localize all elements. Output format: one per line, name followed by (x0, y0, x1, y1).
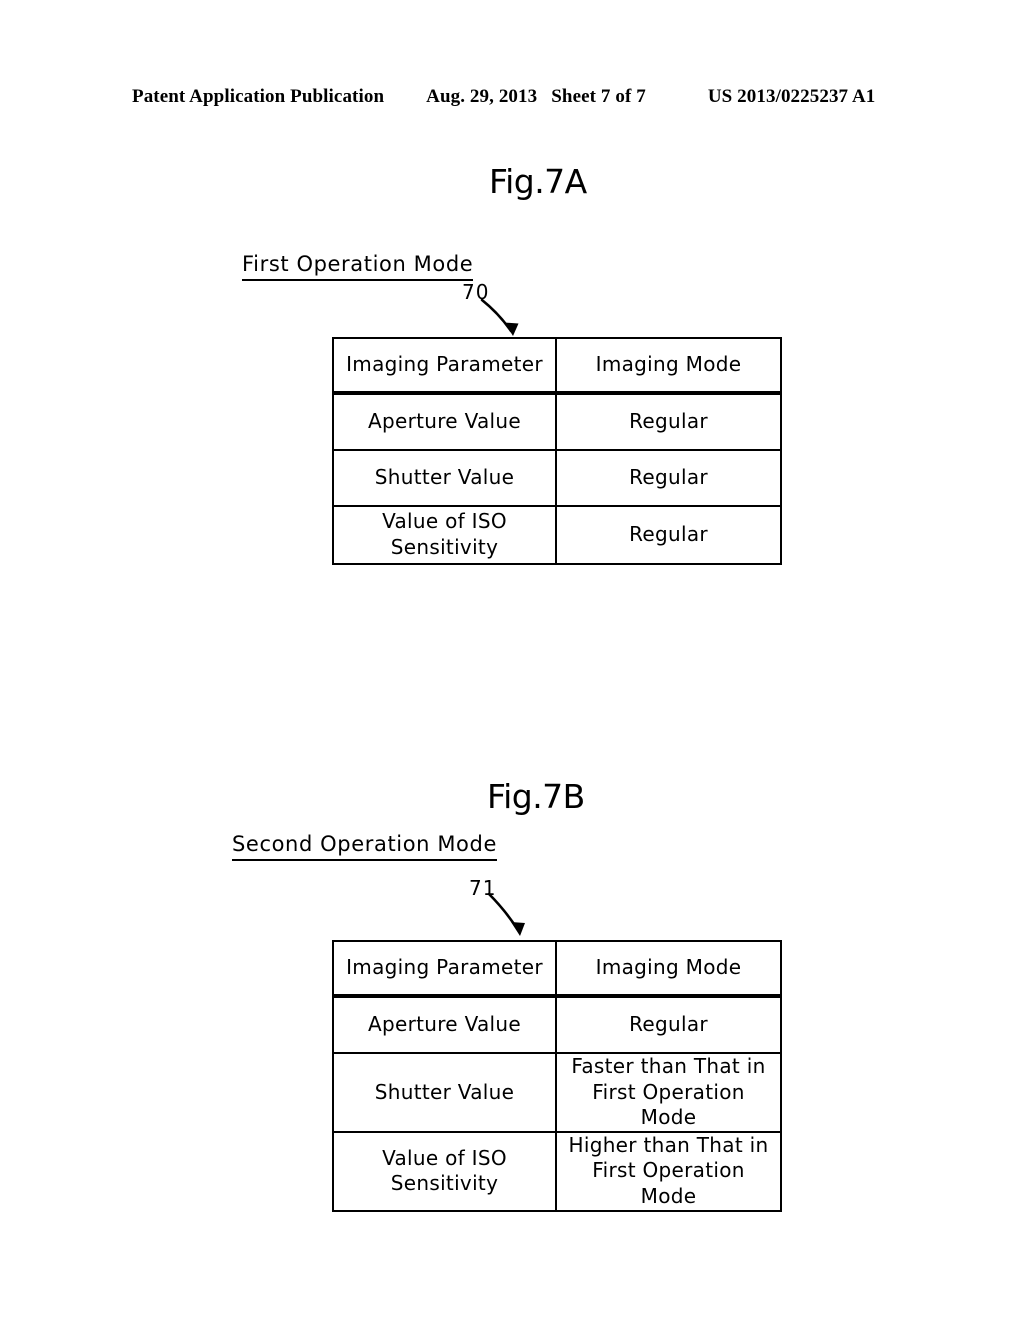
cell-mode: Regular (555, 449, 782, 507)
cell-line: Faster than That in (571, 1054, 766, 1078)
column-header-imaging-mode: Imaging Mode (555, 940, 782, 996)
table-row: Value of ISO Sensitivity Higher than Tha… (332, 1130, 782, 1212)
cell-line: Regular (629, 522, 708, 547)
column-header-imaging-parameter: Imaging Parameter (332, 940, 557, 996)
figure-7a-title: Fig.7A (489, 162, 587, 201)
column-header-imaging-parameter: Imaging Parameter (332, 337, 557, 393)
cell-parameter: Value of ISO Sensitivity (332, 1130, 557, 1212)
cell-line: Value of ISO (382, 509, 507, 534)
figure-7b-title: Fig.7B (487, 777, 585, 816)
cell-parameter: Value of ISO Sensitivity (332, 505, 557, 565)
header-patent-number: US 2013/0225237 A1 (707, 86, 876, 107)
cell-line: Aperture Value (368, 409, 521, 434)
table-row: Value of ISO Sensitivity Regular (332, 505, 782, 565)
cell-line: Regular (629, 1012, 708, 1037)
table-row: Aperture Value Regular (332, 393, 782, 451)
leader-arrow-71-icon (487, 892, 525, 936)
cell-mode: Regular (555, 996, 782, 1054)
cell-line: Aperture Value (368, 1012, 521, 1037)
cell-line: Sensitivity (390, 1171, 499, 1196)
column-header-imaging-mode: Imaging Mode (555, 337, 782, 393)
table-header-row: Imaging Parameter Imaging Mode (332, 337, 782, 393)
cell-line: Regular (629, 409, 708, 434)
table-row: Aperture Value Regular (332, 996, 782, 1054)
cell-mode: Regular (555, 505, 782, 565)
cell-line: Regular (629, 465, 708, 490)
header-sheet-label: Sheet 7 of 7 (551, 86, 646, 107)
cell-line: Shutter Value (374, 1079, 515, 1104)
cell-parameter: Shutter Value (332, 1052, 557, 1133)
table-row: Shutter Value Faster than That in First … (332, 1052, 782, 1133)
figure-7a-table: Imaging Parameter Imaging Mode Aperture … (332, 337, 782, 565)
cell-line: First Operation Mode (592, 1158, 745, 1208)
cell-line: Sensitivity (390, 535, 499, 559)
cell-parameter: Shutter Value (332, 449, 557, 507)
header-publication-label: Patent Application Publication (132, 86, 385, 107)
figure-7b-mode-label: Second Operation Mode (232, 832, 497, 861)
cell-line: Shutter Value (374, 465, 515, 490)
cell-line: Value of ISO (382, 1145, 507, 1170)
cell-line: First Operation Mode (592, 1079, 745, 1130)
table-header-row: Imaging Parameter Imaging Mode (332, 940, 782, 996)
page-header: Patent Application Publication Aug. 29, … (132, 86, 892, 112)
cell-parameter: Aperture Value (332, 996, 557, 1054)
cell-parameter: Aperture Value (332, 393, 557, 451)
cell-mode: Higher than That in First Operation Mode (555, 1130, 782, 1212)
table-row: Shutter Value Regular (332, 449, 782, 507)
figure-7b-table: Imaging Parameter Imaging Mode Aperture … (332, 940, 782, 1212)
cell-mode: Faster than That in First Operation Mode (555, 1052, 782, 1133)
cell-line: Higher than That in (568, 1132, 769, 1157)
header-date-label: Aug. 29, 2013 (426, 86, 538, 107)
figure-7a-mode-label: First Operation Mode (242, 252, 474, 281)
leader-arrow-70-icon (480, 298, 519, 336)
cell-mode: Regular (555, 393, 782, 451)
